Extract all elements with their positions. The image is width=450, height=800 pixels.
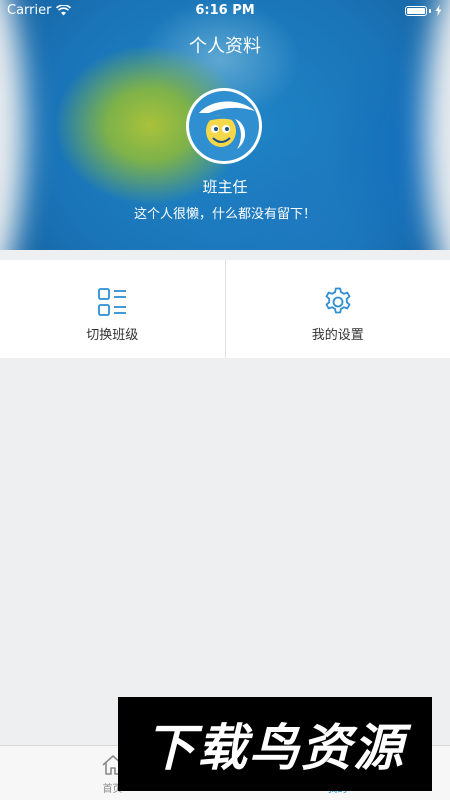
status-bar: Carrier 6:16 PM: [0, 0, 450, 22]
action-tiles: 切换班级 我的设置: [0, 260, 450, 358]
mascot-face-icon: [199, 101, 255, 149]
switch-class-label: 切换班级: [86, 328, 139, 343]
user-name: 班主任: [202, 178, 248, 196]
avatar-image: [189, 91, 259, 161]
charging-bolt-icon: [435, 5, 442, 16]
my-settings-button[interactable]: 我的设置: [224, 260, 450, 358]
switch-class-button[interactable]: 切换班级: [0, 260, 225, 358]
page-title: 个人资料: [189, 36, 261, 57]
my-settings-label: 我的设置: [311, 328, 364, 343]
gear-icon: [325, 287, 351, 314]
battery-fill: [407, 7, 425, 14]
battery-icon: [405, 5, 427, 16]
profile-header-banner: Carrier 6:16 PM 个人资料 班主任 这个人很懒，什么都没有留下！: [0, 0, 450, 250]
watermark-banner: 下载鸟资源: [118, 697, 432, 791]
battery-indicator: [405, 5, 442, 16]
grid-list-icon: [98, 288, 127, 316]
avatar[interactable]: [186, 88, 262, 164]
status-time: 6:16 PM: [195, 3, 255, 18]
user-bio: 这个人很懒，什么都没有留下！: [133, 207, 316, 222]
battery-tip: [429, 8, 431, 13]
